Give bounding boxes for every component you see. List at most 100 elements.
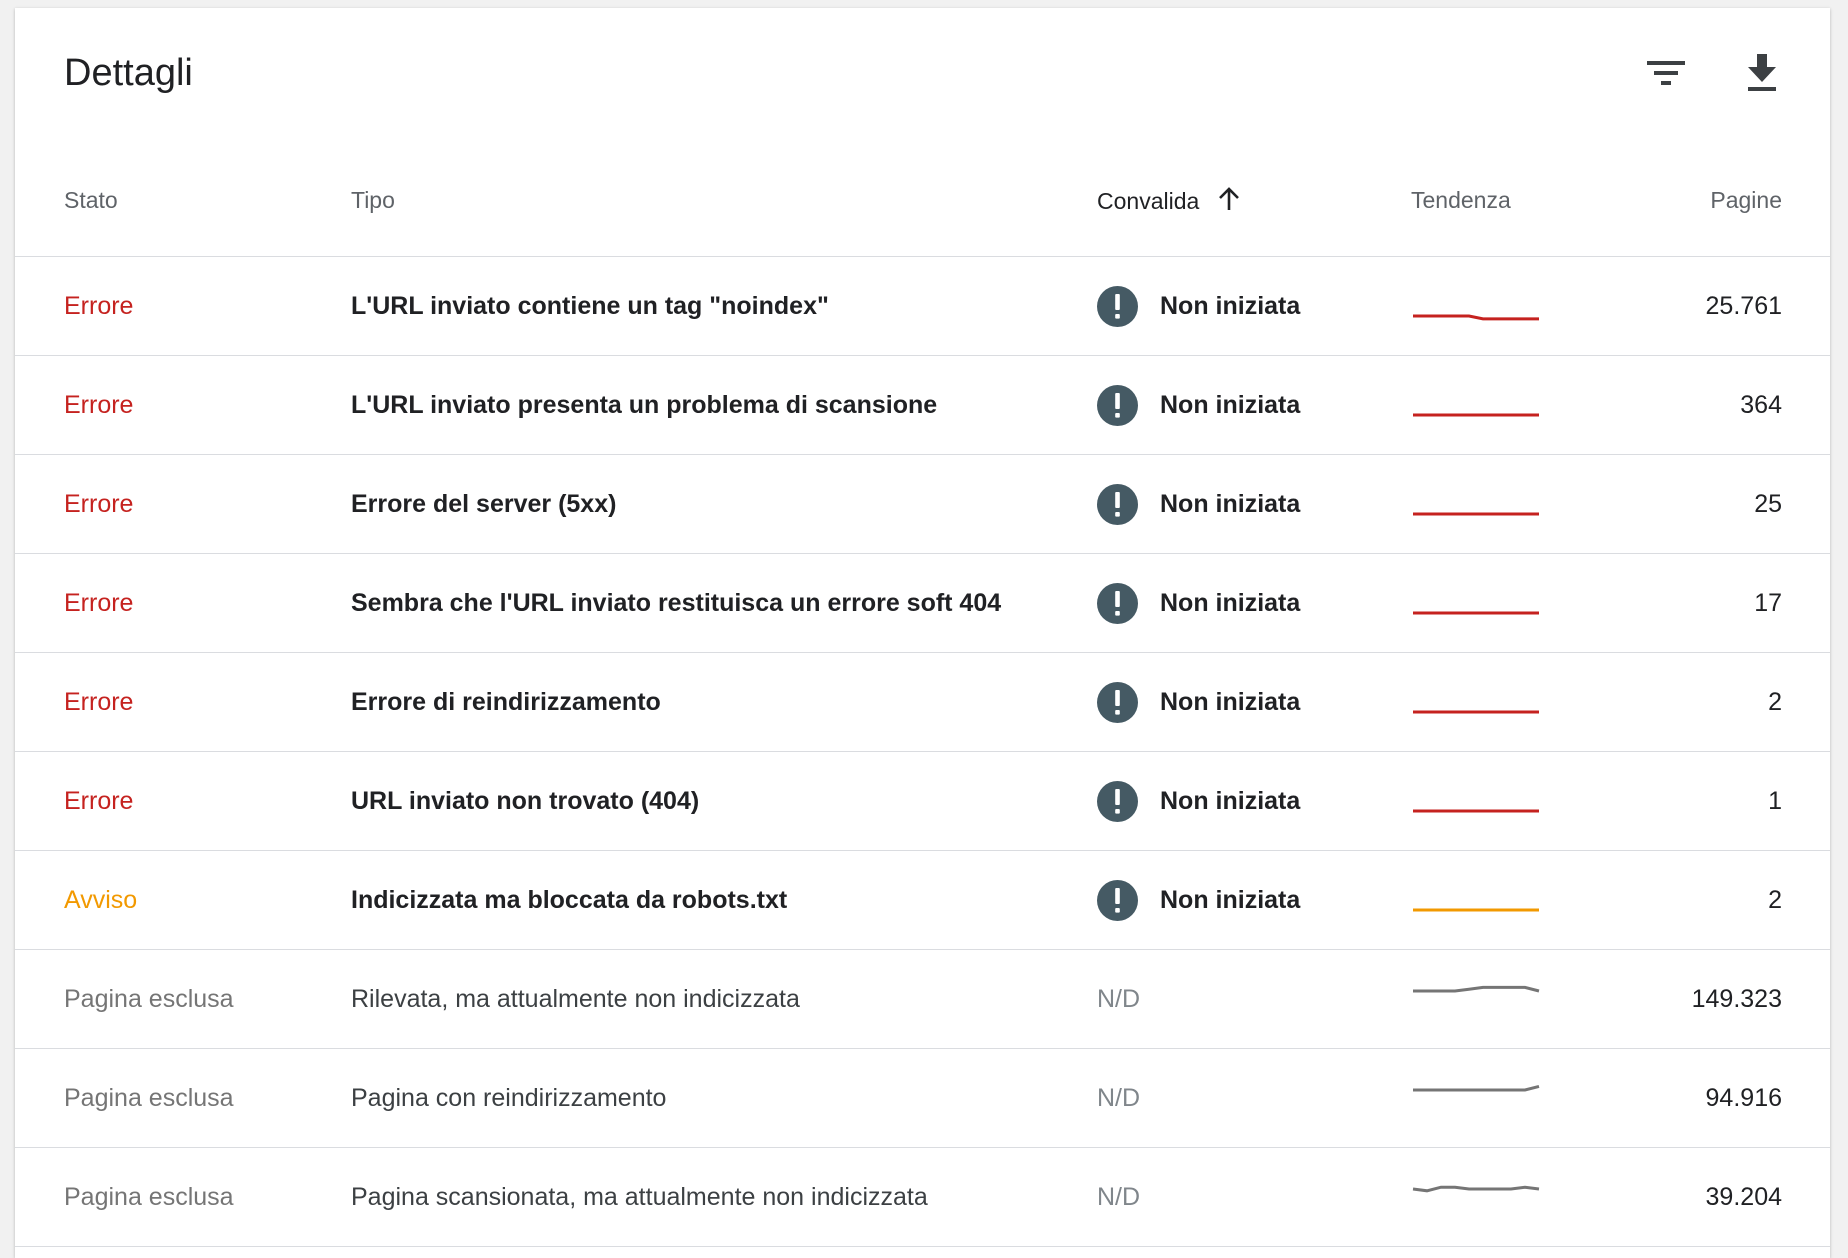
row-validation-label: Non iniziata [1160,489,1301,518]
row-status: Errore [64,291,134,320]
row-type: URL inviato non trovato (404) [351,786,700,815]
arrow-upward-icon [1218,187,1240,217]
row-type: L'URL inviato presenta un problema di sc… [351,390,938,419]
row-trend [1411,950,1541,1048]
row-validation-label: N/D [1097,984,1141,1013]
table-row[interactable]: Errore L'URL inviato contiene un tag "no… [15,257,1830,356]
table-row[interactable]: Avviso Indicizzata ma bloccata da robots… [15,851,1830,950]
trend-sparkline [1413,985,1540,993]
table-row[interactable]: Pagina esclusa Rilevata, ma attualmente … [15,950,1830,1049]
table-row[interactable]: Errore L'URL inviato presenta un problem… [15,356,1830,455]
trend-line [1412,1185,1540,1193]
exclamation-icon [1097,780,1138,822]
row-validation: N/D [1097,950,1140,1048]
row-validation: Non iniziata [1097,455,1300,553]
table-row[interactable]: Errore URL inviato non trovato (404) Non… [15,752,1830,851]
row-validation-label: Non iniziata [1160,291,1301,320]
table-row[interactable]: Errore Errore di reindirizzamento Non in… [15,653,1830,752]
row-trend [1411,1049,1541,1147]
trend-sparkline [1413,1084,1540,1092]
trend-line [1413,985,1540,993]
row-status: Avviso [64,885,138,914]
row-validation: Non iniziata [1097,752,1300,850]
column-header-validation[interactable]: Convalida [1097,187,1240,217]
table-row[interactable]: Pagina esclusa Pagina scansionata, ma at… [15,1148,1830,1247]
row-type: Indicizzata ma bloccata da robots.txt [351,885,788,914]
row-pages: 2 [1768,687,1782,716]
row-validation-label: Non iniziata [1160,390,1301,419]
row-status: Pagina esclusa [64,984,234,1013]
row-pages: 94.916 [1705,1083,1782,1112]
row-trend [1411,653,1541,751]
row-status: Errore [64,489,134,518]
row-status: Pagina esclusa [64,1083,234,1112]
row-pages: 25 [1754,489,1782,518]
exclamation-icon [1097,582,1138,624]
row-type: Pagina con reindirizzamento [351,1083,667,1112]
row-validation-label: N/D [1097,1182,1141,1211]
column-header-type[interactable]: Tipo [351,187,395,214]
exclamation-icon [1097,285,1138,327]
row-type: Errore di reindirizzamento [351,687,661,716]
row-validation: Non iniziata [1097,356,1300,454]
row-pages: 17 [1754,588,1782,617]
table-header: Stato Tipo Convalida Tendenza Pagine [15,154,1830,257]
card-title: Dettagli [64,52,193,94]
filter-button[interactable] [1641,48,1691,98]
exclamation-icon [1097,879,1138,921]
column-header-status[interactable]: Stato [64,187,118,214]
row-trend [1411,554,1541,652]
row-status: Errore [64,390,134,419]
row-trend [1411,851,1541,949]
row-trend [1411,455,1541,553]
row-type: L'URL inviato contiene un tag "noindex" [351,291,829,320]
table-row[interactable]: Pagina esclusa Pagina con reindirizzamen… [15,1049,1830,1148]
row-pages: 364 [1740,390,1782,419]
exclamation-icon [1097,384,1138,426]
row-status: Errore [64,588,134,617]
trend-sparkline [1413,611,1539,615]
row-validation: N/D [1097,1148,1140,1246]
row-trend [1411,257,1541,355]
trend-line [1413,314,1539,321]
exclamation-icon [1097,483,1138,525]
column-header-trend[interactable]: Tendenza [1411,187,1511,214]
row-trend [1411,752,1541,850]
row-validation: N/D [1097,1049,1140,1147]
table-row[interactable]: Errore Sembra che l'URL inviato restitui… [15,554,1830,653]
row-status: Pagina esclusa [64,1182,234,1211]
column-header-pages[interactable]: Pagine [1710,187,1782,214]
trend-sparkline [1413,809,1539,813]
row-validation-label: Non iniziata [1160,588,1301,617]
row-trend [1411,1148,1541,1246]
table-row[interactable]: Errore Errore del server (5xx) Non inizi… [15,455,1830,554]
row-type: Pagina scansionata, ma attualmente non i… [351,1182,928,1211]
details-card: Dettagli Stato Tipo Convalida Tendenza P… [15,8,1830,1258]
exclamation-icon [1097,681,1138,723]
download-button[interactable] [1737,48,1787,98]
row-validation-label: Non iniziata [1160,885,1301,914]
trend-sparkline [1413,314,1539,321]
row-pages: 2 [1768,885,1782,914]
row-pages: 1 [1768,786,1782,815]
row-validation: Non iniziata [1097,257,1300,355]
row-pages: 25.761 [1705,291,1782,320]
row-status: Errore [64,687,134,716]
row-type: Errore del server (5xx) [351,489,617,518]
row-validation: Non iniziata [1097,653,1300,751]
trend-sparkline [1412,1185,1540,1193]
row-validation-label: Non iniziata [1160,786,1301,815]
row-trend [1411,356,1541,454]
row-type: Sembra che l'URL inviato restituisca un … [351,588,1002,617]
column-header-validation-label: Convalida [1097,188,1200,214]
row-validation: Non iniziata [1097,554,1300,652]
row-pages: 149.323 [1691,984,1782,1013]
filter-list-icon [1647,61,1685,85]
row-type: Rilevata, ma attualmente non indicizzata [351,984,800,1013]
trend-sparkline [1413,710,1539,714]
trend-sparkline [1413,512,1539,516]
row-validation-label: Non iniziata [1160,687,1301,716]
trend-sparkline [1413,413,1539,417]
trend-line [1413,1084,1540,1092]
row-status: Errore [64,786,134,815]
